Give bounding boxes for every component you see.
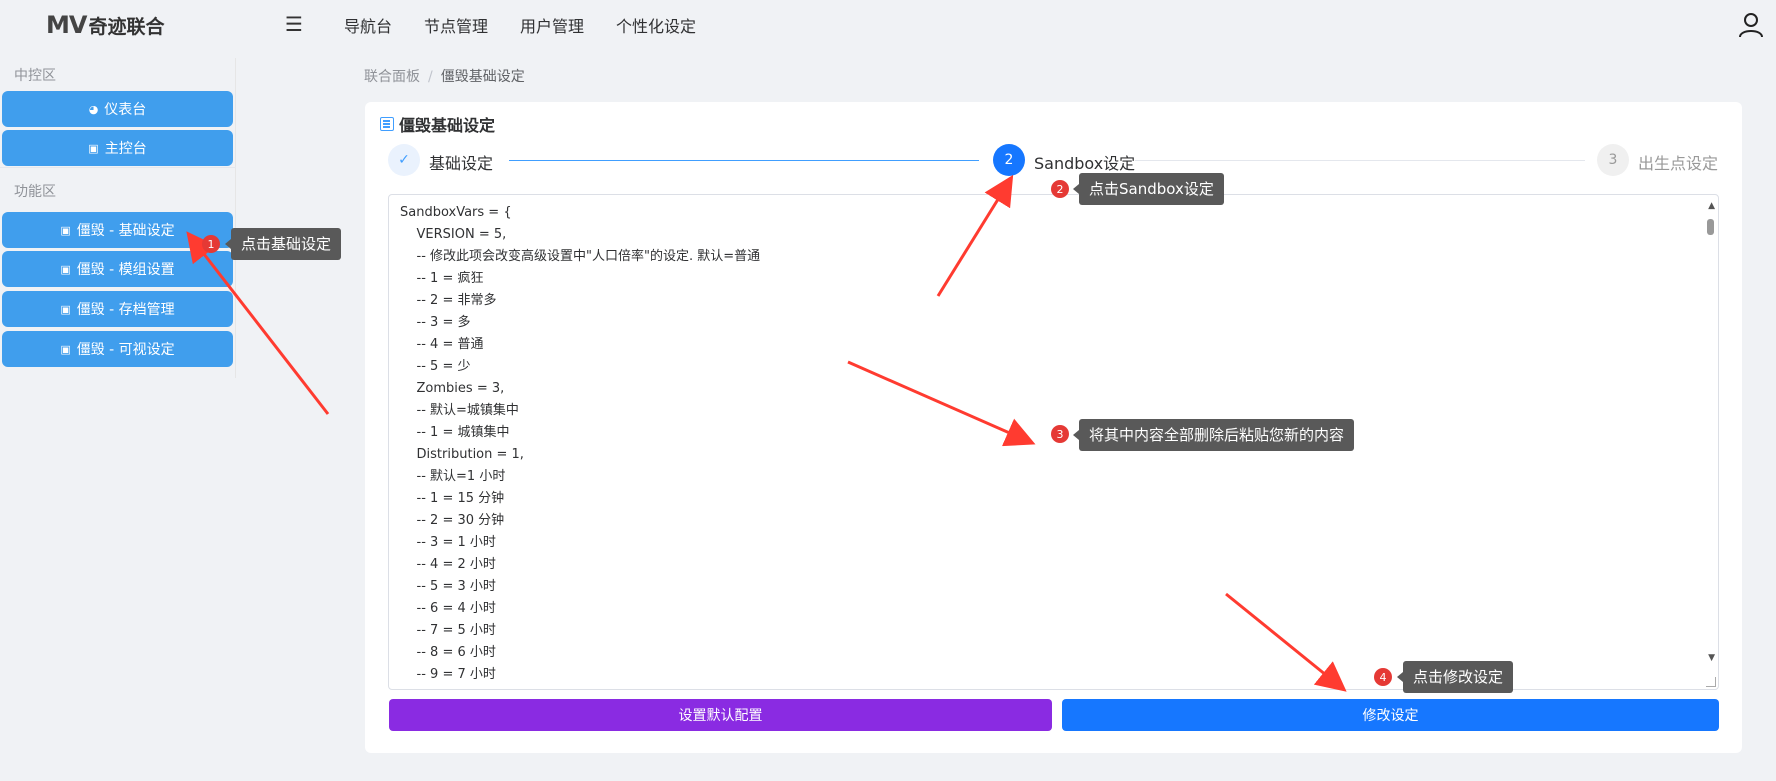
annotation-badge-3: 3 <box>1051 425 1069 443</box>
breadcrumb-root[interactable]: 联合面板 <box>364 69 420 85</box>
step-connector-pending <box>1135 160 1585 161</box>
pie-chart-icon: ◕ <box>88 102 99 116</box>
breadcrumb: 联合面板 / 僵毁基础设定 <box>364 66 525 86</box>
sidebar-item-save-management[interactable]: ▣ 僵毁 - 存档管理 <box>2 291 233 327</box>
resize-handle-icon[interactable] <box>1706 677 1716 687</box>
breadcrumb-current: 僵毁基础设定 <box>440 69 525 85</box>
step-3-label[interactable]: 出生点设定 <box>1638 150 1718 174</box>
step-1-label[interactable]: 基础设定 <box>429 150 493 174</box>
sidebar-group-function: 功能区 <box>14 184 56 200</box>
top-nav: 导航台 节点管理 用户管理 个性化设定 <box>344 0 728 50</box>
scroll-down-icon[interactable]: ▼ <box>1708 653 1715 663</box>
scroll-up-icon[interactable]: ▲ <box>1708 201 1715 211</box>
list-icon <box>380 117 394 131</box>
top-header: MV 奇迹联合 ☰ 导航台 节点管理 用户管理 个性化设定 <box>0 0 1776 50</box>
sidebar-item-label: 僵毁 - 模组设置 <box>76 262 175 278</box>
annotation-tip-2: 点击Sandbox设定 <box>1073 173 1224 205</box>
sidebar-item-label: 僵毁 - 可视设定 <box>76 342 175 358</box>
set-default-config-button[interactable]: 设置默认配置 <box>389 699 1052 731</box>
step-2-number[interactable]: 2 <box>993 144 1025 176</box>
step-1-check-icon[interactable]: ✓ <box>388 144 420 176</box>
nav-dashboard[interactable]: 导航台 <box>344 13 392 37</box>
sidebar-item-label: 僵毁 - 基础设定 <box>76 223 175 239</box>
sidebar-item-label: 僵毁 - 存档管理 <box>76 302 175 318</box>
terminal-icon: ▣ <box>88 141 99 155</box>
terminal-icon: ▣ <box>60 223 71 237</box>
sidebar-item-label: 主控台 <box>104 141 147 157</box>
card-title: 僵毁基础设定 <box>380 112 495 136</box>
sidebar-item-console[interactable]: ▣ 主控台 <box>2 130 233 166</box>
logo-text: 奇迹联合 <box>88 15 165 38</box>
logo[interactable]: MV 奇迹联合 <box>46 10 164 40</box>
breadcrumb-separator: / <box>428 69 433 85</box>
textarea-scrollbar[interactable]: ▲ ▼ <box>1704 195 1718 689</box>
menu-collapse-icon[interactable]: ☰ <box>285 13 305 35</box>
sidebar-divider <box>0 167 236 168</box>
user-icon[interactable] <box>1738 12 1764 38</box>
sidebar-item-label: 仪表台 <box>104 102 147 118</box>
sidebar-item-mod-settings[interactable]: ▣ 僵毁 - 模组设置 <box>2 251 233 287</box>
sidebar-item-visual-settings[interactable]: ▣ 僵毁 - 可视设定 <box>2 331 233 367</box>
step-2-label[interactable]: Sandbox设定 <box>1034 150 1135 174</box>
scroll-thumb[interactable] <box>1707 219 1714 235</box>
terminal-icon: ▣ <box>60 302 71 316</box>
step-connector-done <box>509 160 979 161</box>
terminal-icon: ▣ <box>60 262 71 276</box>
annotation-tip-4: 点击修改设定 <box>1396 661 1514 693</box>
annotation-badge-1: 1 <box>202 235 220 253</box>
nav-users[interactable]: 用户管理 <box>520 13 584 37</box>
card-title-text: 僵毁基础设定 <box>399 116 496 135</box>
sidebar-item-dashboard[interactable]: ◕ 仪表台 <box>2 91 233 127</box>
annotation-tip-3: 将其中内容全部删除后粘贴您新的内容 <box>1072 419 1355 451</box>
sandbox-config-textarea[interactable]: SandboxVars = { VERSION = 5, -- 修改此项会改变高… <box>388 194 1719 690</box>
terminal-icon: ▣ <box>60 342 71 356</box>
sandbox-config-content[interactable]: SandboxVars = { VERSION = 5, -- 修改此项会改变高… <box>400 202 760 686</box>
logo-mark: MV <box>46 11 87 39</box>
annotation-badge-4: 4 <box>1374 668 1392 686</box>
nav-nodes[interactable]: 节点管理 <box>424 13 488 37</box>
save-settings-button[interactable]: 修改设定 <box>1062 699 1719 731</box>
step-3-number[interactable]: 3 <box>1597 144 1629 176</box>
sidebar-item-basic-settings[interactable]: ▣ 僵毁 - 基础设定 <box>2 212 233 248</box>
annotation-tip-1: 点击基础设定 <box>224 228 342 260</box>
nav-personalize[interactable]: 个性化设定 <box>616 13 696 37</box>
sidebar-group-control: 中控区 <box>14 68 56 84</box>
annotation-badge-2: 2 <box>1051 180 1069 198</box>
sidebar: 中控区 ◕ 仪表台 ▣ 主控台 功能区 ▣ 僵毁 - 基础设定 ▣ 僵毁 - 模… <box>0 58 236 378</box>
